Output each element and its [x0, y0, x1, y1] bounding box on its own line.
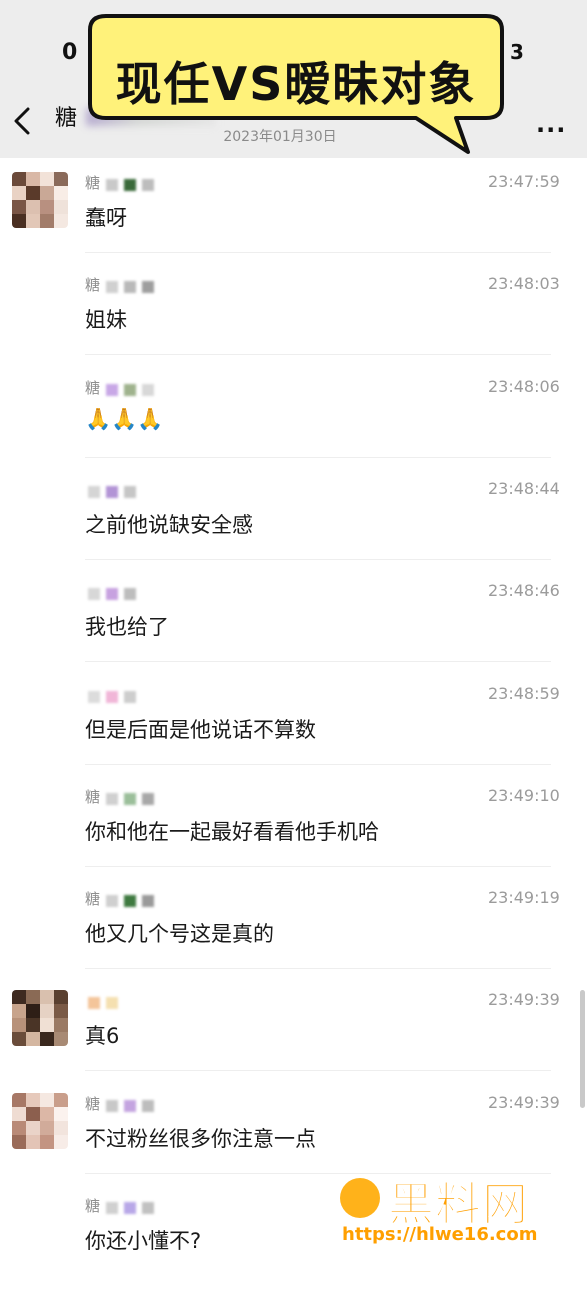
more-dots-icon[interactable]: ... — [536, 110, 566, 138]
blurred-sender-name — [106, 381, 198, 396]
list-item[interactable]: 糖 23:49:19 他又几个号这是真的 — [0, 884, 587, 986]
blurred-sender-name — [106, 892, 198, 907]
list-item[interactable]: 糖 23:48:03 姐妹 — [0, 270, 587, 372]
divider — [85, 457, 551, 458]
sender-name: 糖 — [85, 1197, 101, 1215]
divider — [85, 661, 551, 662]
blurred-sender-name — [106, 278, 198, 293]
message-text: 蠢呀 — [85, 206, 127, 230]
watermark: 黑料网 https://hlwe16.com — [338, 1172, 578, 1252]
sender-name: 糖 — [85, 174, 101, 192]
list-item[interactable]: 糖 23:47:59 蠢呀 — [0, 168, 587, 270]
message-text: 你还小懂不? — [85, 1229, 202, 1253]
blurred-sender-name — [106, 176, 198, 191]
message-text: 🙏🙏🙏 — [85, 407, 164, 431]
message-text: 他又几个号这是真的 — [85, 922, 274, 946]
blurred-sender-name — [88, 994, 180, 1009]
list-item[interactable]: 23:48:44 之前他说缺安全感 — [0, 475, 587, 577]
banner-title: 现任VS暧昧对象 — [115, 57, 477, 111]
blurred-sender-name — [106, 1097, 198, 1112]
blurred-sender-name — [88, 585, 180, 600]
sender-name: 糖 — [85, 379, 101, 397]
message-time: 23:48:03 — [488, 274, 560, 293]
divider — [85, 354, 551, 355]
message-time: 23:49:39 — [488, 990, 560, 1009]
scrollbar[interactable] — [580, 990, 585, 1108]
message-time: 23:49:10 — [488, 786, 560, 805]
message-text: 你和他在一起最好看看他手机哈 — [85, 820, 379, 844]
list-item[interactable]: 糖 23:49:10 你和他在一起最好看看他手机哈 — [0, 782, 587, 884]
sender-name: 糖 — [85, 890, 101, 908]
avatar[interactable] — [12, 1093, 68, 1149]
list-item[interactable]: 23:48:46 我也给了 — [0, 577, 587, 679]
list-item[interactable]: 糖 23:48:06 🙏🙏🙏 — [0, 373, 587, 475]
divider — [85, 764, 551, 765]
message-time: 23:48:59 — [488, 684, 560, 703]
blurred-sender-name — [106, 1199, 198, 1214]
watermark-url: https://hlwe16.com — [342, 1224, 538, 1245]
message-time: 23:48:44 — [488, 479, 560, 498]
message-time: 23:47:59 — [488, 172, 560, 191]
list-item[interactable]: 23:49:39 真6 — [0, 986, 587, 1088]
avatar[interactable] — [12, 990, 68, 1046]
message-time: 23:48:06 — [488, 377, 560, 396]
divider — [85, 559, 551, 560]
sender-name: 糖 — [85, 276, 101, 294]
message-text: 但是后面是他说话不算数 — [85, 718, 316, 742]
message-time: 23:48:46 — [488, 581, 560, 600]
divider — [85, 866, 551, 867]
message-text: 真6 — [85, 1024, 120, 1048]
divider — [85, 252, 551, 253]
blurred-sender-name — [88, 483, 180, 498]
message-text: 我也给了 — [85, 615, 169, 639]
blurred-sender-name — [88, 688, 180, 703]
title-banner: 现任VS暧昧对象 — [76, 10, 531, 160]
message-time: 23:49:39 — [488, 1093, 560, 1112]
message-time: 23:49:19 — [488, 888, 560, 907]
list-item[interactable]: 23:48:59 但是后面是他说话不算数 — [0, 680, 587, 782]
message-text: 不过粉丝很多你注意一点 — [85, 1127, 316, 1151]
sender-name: 糖 — [85, 1095, 101, 1113]
sender-name: 糖 — [85, 788, 101, 806]
blurred-sender-name — [106, 790, 198, 805]
divider — [85, 968, 551, 969]
watermark-logo-icon — [340, 1178, 380, 1218]
message-text: 姐妹 — [85, 308, 127, 332]
divider — [85, 1070, 551, 1071]
avatar[interactable] — [12, 172, 68, 228]
message-text: 之前他说缺安全感 — [85, 513, 253, 537]
